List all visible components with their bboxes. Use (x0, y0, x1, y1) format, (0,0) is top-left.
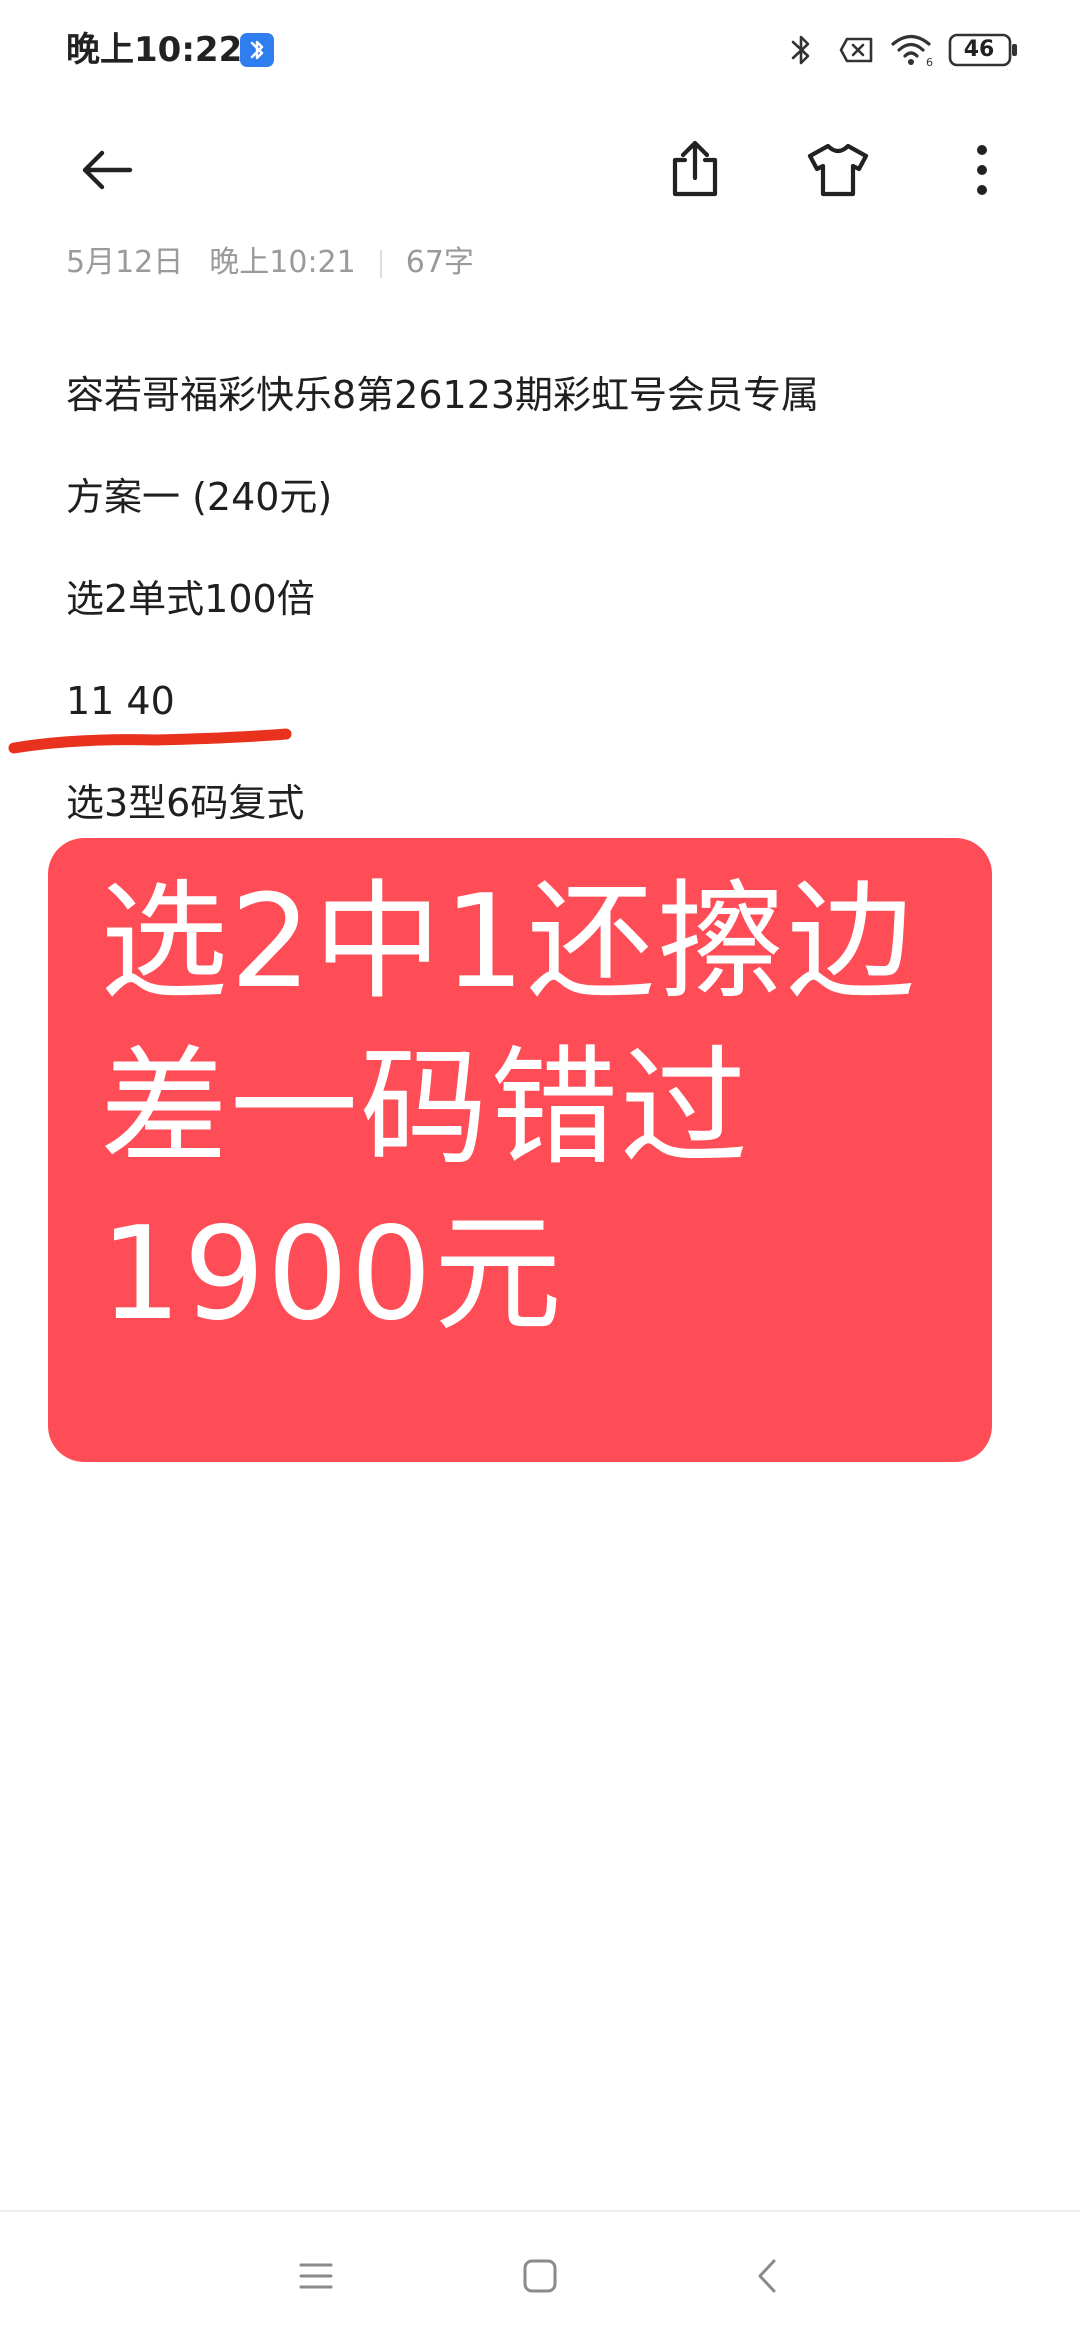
status-time: 晚上10:22 (66, 30, 243, 70)
promo-line-1: 选2中1还擦边 (100, 868, 917, 1017)
recent-apps-button[interactable] (276, 2236, 356, 2316)
back-arrow-icon (82, 150, 133, 190)
note-time: 晚上10:21 (209, 245, 356, 280)
note-line-pick2[interactable]: 选2单式100倍 (66, 569, 315, 629)
home-square-icon (523, 2259, 557, 2293)
back-chevron-icon (758, 2259, 776, 2293)
meta-divider (379, 249, 382, 278)
home-button[interactable] (500, 2236, 580, 2316)
share-button[interactable] (645, 110, 745, 230)
svg-text:6: 6 (926, 56, 933, 69)
promo-line-2: 差一码错过 (100, 1034, 751, 1183)
more-options-button[interactable] (932, 110, 1032, 230)
theme-shirt-icon (807, 143, 869, 197)
note-line-title[interactable]: 容若哥福彩快乐8第26123期彩虹号会员专属 (66, 365, 819, 425)
wifi-icon: 6 (891, 34, 933, 69)
note-toolbar (0, 110, 1080, 230)
navigation-bar (0, 2212, 1080, 2340)
sim-no-service-icon (839, 37, 873, 63)
note-line-numbers[interactable]: 11 40 (66, 671, 175, 731)
note-line-pick3[interactable]: 选3型6码复式 (66, 773, 304, 833)
bluetooth-icon (791, 35, 810, 65)
share-icon (672, 140, 718, 197)
word-count: 67字 (405, 245, 474, 280)
red-underline-mark (8, 728, 292, 754)
back-button[interactable] (58, 110, 158, 230)
note-line-plan[interactable]: 方案一 (240元) (66, 467, 332, 527)
battery-level: 46 (963, 37, 995, 62)
menu-icon (299, 2263, 333, 2289)
promo-line-3: 1900元 (100, 1200, 564, 1349)
system-back-button[interactable] (728, 2236, 808, 2316)
promo-overlay: 选2中1还擦边 差一码错过 1900元 (48, 838, 992, 1462)
note-meta: 5月12日 晚上10:21 67字 (66, 238, 474, 288)
theme-button[interactable] (788, 110, 888, 230)
note-date: 5月12日 (66, 245, 184, 280)
bluetooth-badge-icon (240, 33, 274, 67)
status-bar: 晚上10:22 6 46 (0, 0, 1080, 100)
note-screen: 晚上10:22 6 46 5月12日 晚上10:21 67字 容若哥福彩快乐8第… (0, 0, 1080, 2340)
more-vertical-icon (977, 145, 987, 195)
